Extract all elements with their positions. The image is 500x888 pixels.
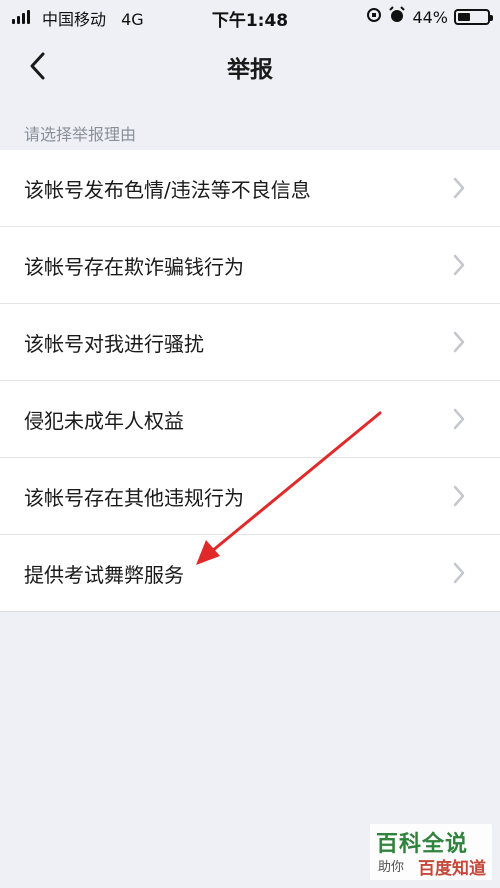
reason-item-porn-illegal[interactable]: 该帐号发布色情/违法等不良信息: [0, 150, 500, 227]
reason-label: 该帐号发布色情/违法等不良信息: [24, 177, 311, 202]
report-reason-list: 该帐号发布色情/违法等不良信息 该帐号存在欺诈骗钱行为 该帐号对我进行骚扰 侵犯…: [0, 150, 500, 612]
navigation-bar: 举报: [0, 34, 500, 98]
battery-percent: 44%: [412, 7, 448, 27]
battery-fill: [458, 13, 470, 21]
watermark-logo: 百科全说 助你 百度知道: [370, 824, 492, 880]
reason-label: 该帐号存在其他违规行为: [24, 485, 244, 510]
reason-label: 该帐号对我进行骚扰: [24, 331, 204, 356]
reason-item-exam-cheating[interactable]: 提供考试舞弊服务: [0, 535, 500, 612]
reason-item-minor-rights[interactable]: 侵犯未成年人权益: [0, 381, 500, 458]
chevron-right-icon: [453, 408, 465, 430]
watermark-subtitle: 助你: [378, 860, 405, 875]
orientation-lock-icon: [366, 7, 382, 27]
alarm-icon: [388, 6, 406, 28]
chevron-right-icon: [453, 562, 465, 584]
status-right-group: 44%: [366, 6, 493, 28]
chevron-right-icon: [453, 254, 465, 276]
chevron-right-icon: [453, 331, 465, 353]
chevron-right-icon: [453, 485, 465, 507]
reason-item-harassment[interactable]: 该帐号对我进行骚扰: [0, 304, 500, 381]
battery-icon: [454, 9, 493, 25]
page-title: 举报: [227, 57, 273, 83]
section-header: 请选择举报理由: [24, 125, 137, 144]
reason-label: 侵犯未成年人权益: [24, 408, 184, 433]
reason-label: 该帐号存在欺诈骗钱行为: [24, 254, 244, 279]
reason-item-fraud[interactable]: 该帐号存在欺诈骗钱行为: [0, 227, 500, 304]
status-bar: 中国移动 4G 下午1:48 44%: [0, 0, 500, 34]
reason-label: 提供考试舞弊服务: [24, 562, 184, 587]
reason-item-other-violation[interactable]: 该帐号存在其他违规行为: [0, 458, 500, 535]
watermark-brand: 百度知道: [418, 859, 486, 879]
chevron-right-icon: [453, 177, 465, 199]
